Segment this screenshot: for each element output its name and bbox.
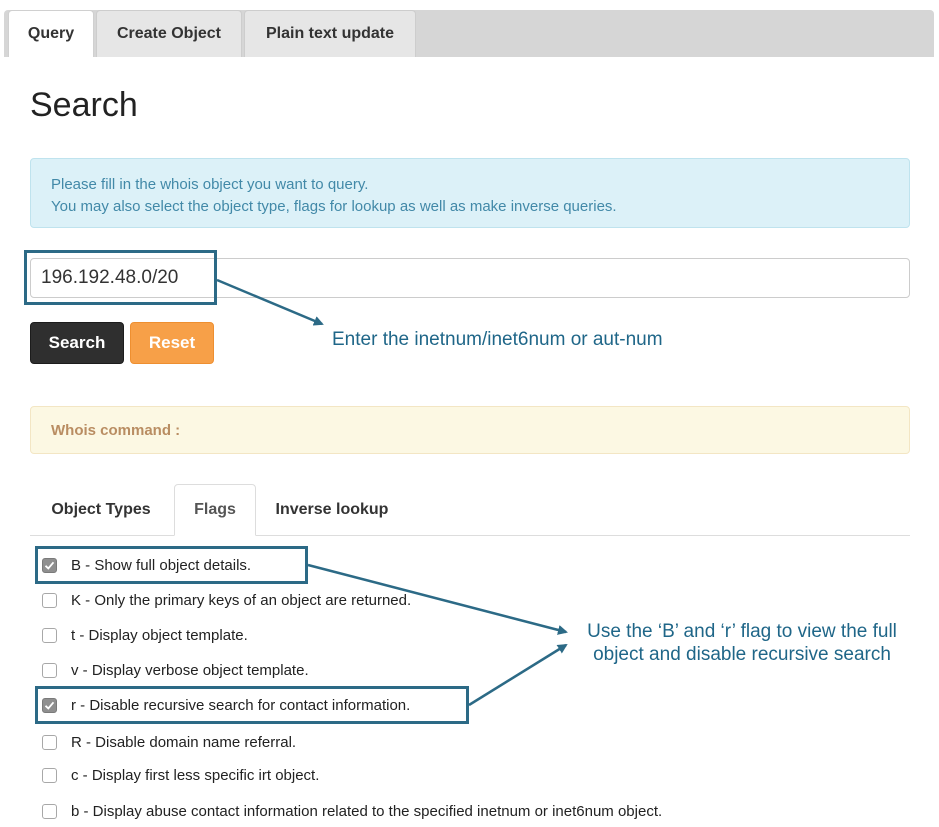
flag-item-R[interactable]: R - Disable domain name referral. <box>42 731 296 753</box>
flag-label: B - Show full object details. <box>71 556 252 574</box>
query-input[interactable] <box>30 258 910 298</box>
flag-item-t[interactable]: t - Display object template. <box>42 624 248 646</box>
flag-label: r - Disable recursive search for contact… <box>71 696 411 714</box>
flag-item-r[interactable]: r - Disable recursive search for contact… <box>42 694 410 716</box>
checkbox[interactable] <box>42 767 57 783</box>
annotation-flag-hint-line-1: Use the ‘B’ and ‘r’ flag to view the ful… <box>587 621 897 642</box>
tab-create-object[interactable]: Create Object <box>96 10 242 57</box>
whois-command-box: Whois command : <box>30 406 910 454</box>
page-title: Search <box>30 86 138 124</box>
reset-button[interactable]: Reset <box>130 322 214 364</box>
arrow-flag-r <box>468 643 568 707</box>
flag-label: b - Display abuse contact information re… <box>71 802 663 820</box>
flag-item-c[interactable]: c - Display first less specific irt obje… <box>42 764 319 786</box>
tab-plain-text-update[interactable]: Plain text update <box>244 10 416 57</box>
annotation-flag-hint: Use the ‘B’ and ‘r’ flag to view the ful… <box>568 620 916 666</box>
flag-item-v[interactable]: v - Display verbose object template. <box>42 659 309 681</box>
checkbox[interactable] <box>42 697 57 713</box>
flag-item-K[interactable]: K - Only the primary keys of an object a… <box>42 589 411 611</box>
info-line-2: You may also select the object type, fla… <box>51 198 617 215</box>
flag-item-b[interactable]: b - Display abuse contact information re… <box>42 800 662 822</box>
flag-item-B[interactable]: B - Show full object details. <box>42 554 251 576</box>
annotation-input-hint: Enter the inetnum/inet6num or aut-num <box>332 329 663 350</box>
info-alert: Please fill in the whois object you want… <box>30 158 910 228</box>
flag-label: c - Display first less specific irt obje… <box>71 766 320 784</box>
top-tab-bar: Query Create Object Plain text update <box>4 10 934 57</box>
info-line-1: Please fill in the whois object you want… <box>51 176 369 193</box>
tab-flags[interactable]: Flags <box>174 484 256 536</box>
flag-label: t - Display object template. <box>71 626 248 644</box>
annotation-flag-hint-line-2: object and disable recursive search <box>593 644 891 665</box>
checkbox[interactable] <box>42 803 57 819</box>
tab-query[interactable]: Query <box>8 10 94 57</box>
flag-label: v - Display verbose object template. <box>71 661 309 679</box>
checkbox[interactable] <box>42 557 57 573</box>
checkbox[interactable] <box>42 662 57 678</box>
search-button[interactable]: Search <box>30 322 124 364</box>
checkbox[interactable] <box>42 734 57 750</box>
checkbox[interactable] <box>42 627 57 643</box>
flag-label: K - Only the primary keys of an object a… <box>71 591 412 609</box>
whois-command-label: Whois command : <box>51 421 181 439</box>
tab-object-types[interactable]: Object Types <box>34 484 168 536</box>
tab-inverse-lookup[interactable]: Inverse lookup <box>262 484 402 536</box>
flag-label: R - Disable domain name referral. <box>71 733 297 751</box>
checkbox[interactable] <box>42 592 57 608</box>
